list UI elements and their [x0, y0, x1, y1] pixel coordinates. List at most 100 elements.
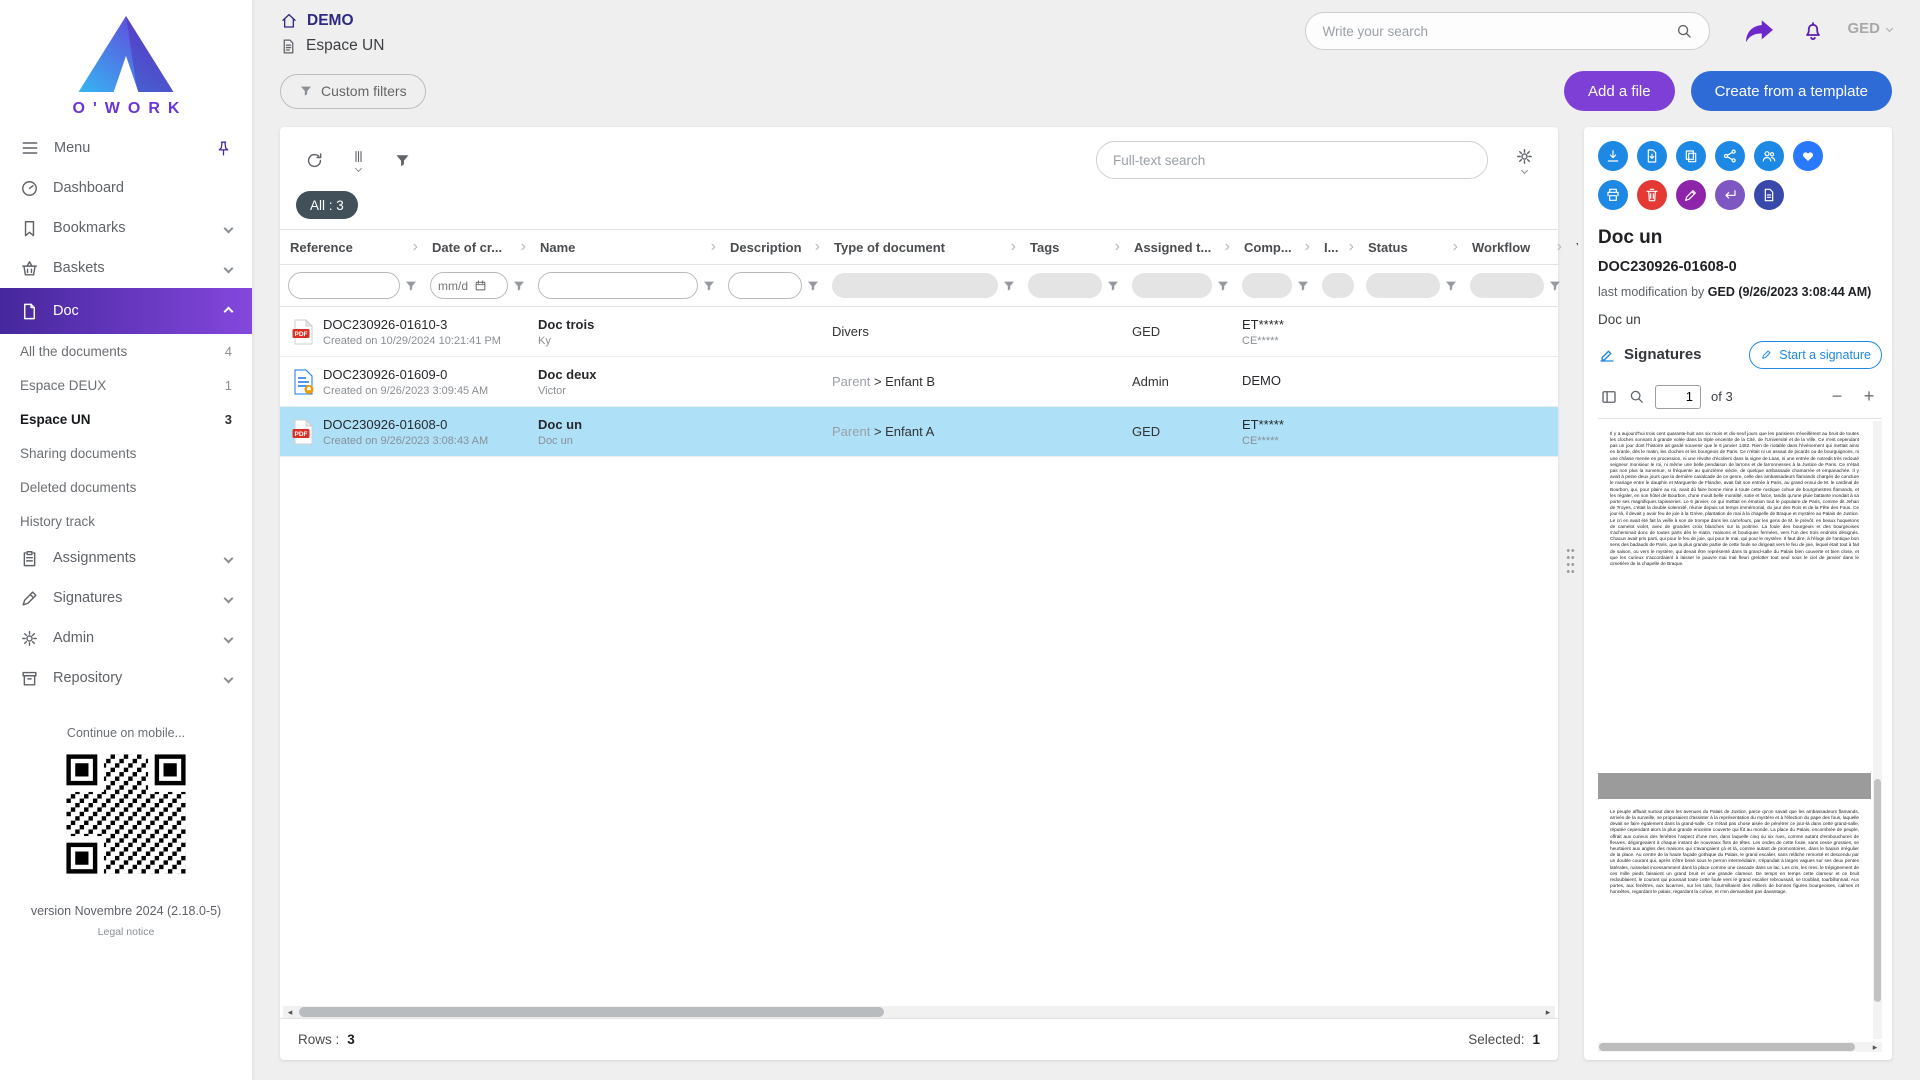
start-signature-button[interactable]: Start a signature	[1749, 341, 1882, 369]
column-menu-icon[interactable]: ›	[1113, 238, 1122, 256]
filter-funnel-icon[interactable]	[702, 279, 716, 293]
column-menu-icon[interactable]: ›	[1347, 238, 1356, 256]
tab-all-documents[interactable]: All : 3	[296, 191, 358, 219]
workflow-filter-select[interactable]	[1470, 273, 1544, 298]
print-button[interactable]	[1598, 180, 1628, 210]
favorite-button[interactable]	[1793, 141, 1823, 171]
global-search[interactable]	[1305, 12, 1710, 50]
date-filter-input[interactable]	[438, 279, 472, 293]
edit-button[interactable]	[1676, 180, 1706, 210]
filter-toggle-button[interactable]	[384, 142, 420, 178]
sidebar-item-deleted-documents[interactable]: Deleted documents	[0, 470, 252, 504]
company-filter-select[interactable]	[1242, 273, 1292, 298]
panel-resize-handle[interactable]	[1566, 547, 1575, 575]
column-header-type[interactable]: Type of document›	[824, 230, 1020, 264]
hamburger-icon[interactable]	[20, 138, 40, 158]
share-users-button[interactable]	[1754, 141, 1784, 171]
tags-filter-select[interactable]	[1028, 273, 1102, 298]
column-header-workflow[interactable]: Workflow›	[1462, 230, 1566, 264]
filter-funnel-icon[interactable]	[1296, 279, 1310, 293]
sidebar-item-bookmarks[interactable]: Bookmarks	[0, 208, 252, 248]
assigned-filter-select[interactable]	[1132, 273, 1212, 298]
sidebar-item-all-documents[interactable]: All the documents 4	[0, 334, 252, 368]
scroll-right-arrow[interactable]: ▸	[1868, 1042, 1882, 1053]
sidebar-item-signatures[interactable]: Signatures	[0, 578, 252, 618]
breadcrumb-space[interactable]: Espace UN	[280, 37, 384, 55]
sidebar-item-repository[interactable]: Repository	[0, 658, 252, 698]
table-horizontal-scrollbar[interactable]: ◂ ▸	[283, 1006, 1555, 1018]
column-menu-icon[interactable]: ›	[411, 238, 420, 256]
column-menu-icon[interactable]: ›	[813, 238, 822, 256]
calendar-icon[interactable]	[474, 279, 487, 292]
legal-notice-link[interactable]: Legal notice	[0, 926, 252, 938]
column-menu-icon[interactable]: ›	[709, 238, 718, 256]
filter-funnel-icon[interactable]	[1002, 279, 1016, 293]
column-menu-icon[interactable]: ›	[1223, 238, 1232, 256]
column-header-date[interactable]: Date of cr...›	[422, 230, 530, 264]
column-header-y[interactable]: Y...	[1566, 230, 1578, 264]
column-chooser-button[interactable]	[340, 142, 376, 178]
sidebar-item-dashboard[interactable]: Dashboard	[0, 168, 252, 208]
column-header-i[interactable]: I...›	[1314, 230, 1358, 264]
table-settings-button[interactable]	[1506, 142, 1542, 178]
sidebar-toggle-icon[interactable]	[1600, 388, 1618, 406]
filter-funnel-icon[interactable]	[1106, 279, 1120, 293]
fulltext-search-input[interactable]	[1113, 153, 1471, 168]
scrollbar-thumb[interactable]	[1874, 779, 1881, 1002]
create-from-template-button[interactable]: Create from a template	[1691, 71, 1892, 111]
notifications-bell-icon[interactable]	[1801, 19, 1825, 43]
download-button[interactable]	[1598, 141, 1628, 171]
type-filter-select[interactable]	[832, 273, 998, 298]
i-filter-select[interactable]	[1322, 273, 1354, 298]
zoom-in-button[interactable]: +	[1858, 386, 1880, 408]
custom-filters-button[interactable]: Custom filters	[280, 74, 426, 109]
column-menu-icon[interactable]: ›	[1555, 238, 1564, 256]
share-forward-icon[interactable]	[1746, 20, 1773, 43]
table-row[interactable]: PDF DOC230926-01610-3Created on 10/29/20…	[280, 307, 1558, 357]
sidebar-item-history-track[interactable]: History track	[0, 504, 252, 538]
column-header-name[interactable]: Name›	[530, 230, 720, 264]
scrollbar-thumb[interactable]	[1599, 1043, 1855, 1051]
refresh-button[interactable]	[296, 142, 332, 178]
scrollbar-thumb[interactable]	[299, 1007, 884, 1017]
document-details-button[interactable]	[1754, 180, 1784, 210]
column-header-assigned[interactable]: Assigned t...›	[1124, 230, 1234, 264]
scroll-left-arrow[interactable]: ◂	[283, 1007, 297, 1018]
column-menu-icon[interactable]: ›	[1451, 238, 1460, 256]
search-icon[interactable]	[1628, 388, 1645, 405]
checkin-return-button[interactable]	[1715, 180, 1745, 210]
zoom-out-button[interactable]: −	[1826, 386, 1848, 408]
filter-funnel-icon[interactable]	[1548, 279, 1562, 293]
column-header-tags[interactable]: Tags›	[1020, 230, 1124, 264]
breadcrumb-home[interactable]: DEMO	[280, 12, 384, 30]
add-file-button[interactable]: Add a file	[1564, 71, 1675, 111]
scroll-right-arrow[interactable]: ▸	[1541, 1007, 1555, 1018]
sidebar-item-doc[interactable]: Doc	[0, 288, 252, 334]
page-number-input[interactable]	[1655, 385, 1701, 409]
pin-sidebar-icon[interactable]	[215, 140, 232, 157]
search-icon[interactable]	[1675, 22, 1693, 40]
column-header-company[interactable]: Comp...›	[1234, 230, 1314, 264]
filter-funnel-icon[interactable]	[1444, 279, 1458, 293]
pdf-horizontal-scrollbar[interactable]: ▸	[1598, 1042, 1882, 1052]
filter-funnel-icon[interactable]	[806, 279, 820, 293]
pdf-vertical-scrollbar[interactable]	[1873, 421, 1882, 1039]
sidebar-item-espace-un[interactable]: Espace UN 3	[0, 402, 252, 436]
column-menu-icon[interactable]: ›	[519, 238, 528, 256]
table-row[interactable]: DOC230926-01609-0Created on 9/26/2023 3:…	[280, 357, 1558, 407]
status-filter-select[interactable]	[1366, 273, 1440, 298]
user-menu[interactable]: GED	[1847, 12, 1892, 37]
sidebar-item-admin[interactable]: Admin	[0, 618, 252, 658]
filter-funnel-icon[interactable]	[404, 279, 418, 293]
description-filter-input[interactable]	[728, 272, 802, 299]
fulltext-search[interactable]	[1096, 141, 1488, 179]
delete-button[interactable]	[1637, 180, 1667, 210]
reference-filter-input[interactable]	[288, 272, 400, 299]
sidebar-item-assignments[interactable]: Assignments	[0, 538, 252, 578]
sidebar-item-baskets[interactable]: Baskets	[0, 248, 252, 288]
copy-button[interactable]	[1676, 141, 1706, 171]
filter-funnel-icon[interactable]	[1216, 279, 1230, 293]
share-button[interactable]	[1715, 141, 1745, 171]
name-filter-input[interactable]	[538, 272, 698, 299]
table-row-selected[interactable]: PDF DOC230926-01608-0Created on 9/26/202…	[280, 407, 1558, 457]
